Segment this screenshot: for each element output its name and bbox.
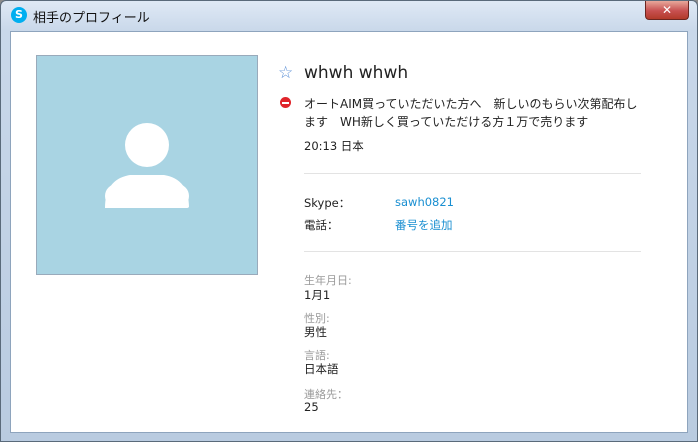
add-phone-number-link[interactable]: 番号を追加	[395, 217, 453, 233]
birthday-value: 1月1	[304, 288, 331, 302]
birthday-label: 生年月日:	[304, 274, 352, 287]
close-button[interactable]: ✕	[645, 1, 689, 20]
gender-value: 男性	[304, 325, 327, 339]
divider	[304, 173, 641, 174]
window-title: 相手のプロフィール	[33, 11, 150, 26]
skype-app-icon: S	[11, 7, 27, 23]
default-user-silhouette-icon	[105, 123, 189, 208]
mood-message: オートAIM買っていただいた方へ 新しいのもらい次第配布します WH新しく買って…	[304, 97, 638, 129]
title-bar[interactable]: S 相手のプロフィール ✕	[1, 1, 697, 31]
contacts-count-value: 25	[304, 400, 319, 414]
profile-window: S 相手のプロフィール ✕ ☆ whwh whwh オートAIM買っていただいた…	[0, 0, 698, 442]
profile-content: ☆ whwh whwh オートAIM買っていただいた方へ 新しいのもらい次第配布…	[10, 31, 688, 433]
local-time: 20:13 日本	[304, 139, 364, 153]
skype-name-link[interactable]: sawh0821	[395, 195, 454, 209]
skype-label: Skype：	[304, 196, 351, 210]
do-not-disturb-icon	[280, 97, 291, 108]
avatar	[36, 55, 258, 275]
star-outline-icon[interactable]: ☆	[278, 64, 293, 82]
phone-label: 電話：	[304, 218, 339, 232]
language-value: 日本語	[304, 362, 339, 376]
divider	[304, 251, 641, 252]
contact-display-name: whwh whwh	[304, 63, 409, 83]
